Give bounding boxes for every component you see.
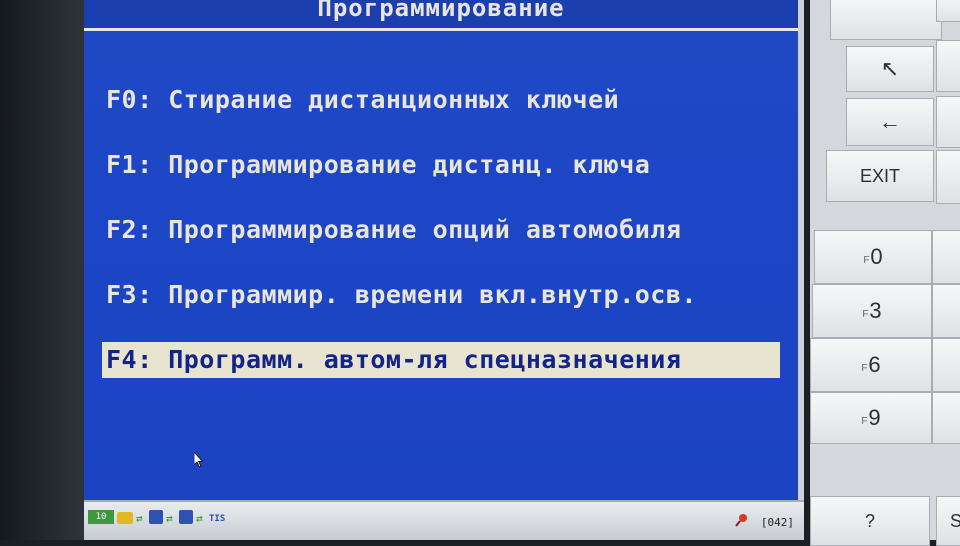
f0-button[interactable]: F0 xyxy=(814,230,932,284)
arrow-up-left-icon: ↖ xyxy=(880,56,900,81)
vehicle-icon xyxy=(117,512,133,524)
menu-item-f3[interactable]: F3: Программир. времени вкл.внутр.осв. xyxy=(102,277,792,313)
keypad-side-3[interactable] xyxy=(936,150,960,204)
signal-strength-icon: 10 xyxy=(88,510,114,524)
help-button[interactable]: ? xyxy=(810,496,930,546)
menu-item-f2[interactable]: F2: Программирование опций автомобиля xyxy=(102,212,792,248)
exit-button[interactable]: EXIT xyxy=(826,150,934,202)
device-icon xyxy=(149,510,163,524)
f6-button[interactable]: F6 xyxy=(810,338,932,392)
keypad-side-7[interactable] xyxy=(932,392,960,444)
menu-item-f1[interactable]: F1: Программирование дистанц. ключа xyxy=(102,147,792,183)
function-keypad: ↖ ← EXIT F0 F3 F6 F9 ? S xyxy=(810,0,960,546)
menu-item-f0[interactable]: F0: Стирание дистанционных ключей xyxy=(102,82,792,118)
keypad-side-4[interactable] xyxy=(932,230,960,284)
tis-label: TIS xyxy=(209,514,226,524)
keypad-blank-top[interactable] xyxy=(830,0,942,40)
arrow-left-button[interactable]: ← xyxy=(846,98,934,146)
keypad-side-top[interactable] xyxy=(936,0,960,22)
interface-icon xyxy=(179,510,193,524)
arrow-up-left-button[interactable]: ↖ xyxy=(846,46,934,92)
arrow-link-icon: ⇄ xyxy=(196,512,203,525)
title-band: Программирование xyxy=(84,0,798,31)
arrow-right-icon: ⇄ xyxy=(136,512,143,525)
f3-button[interactable]: F3 xyxy=(812,284,932,338)
f9-button[interactable]: F9 xyxy=(810,392,932,444)
arrow-left-icon: ← xyxy=(879,109,901,134)
arrow-exchange-icon: ⇄ xyxy=(166,512,173,525)
diagnostic-screen: Программирование F0: Стирание дистанцион… xyxy=(84,0,804,500)
keypad-side-2[interactable] xyxy=(936,96,960,148)
keypad-side-5[interactable] xyxy=(932,284,960,338)
status-icons: 10 ⇄ ⇄ ⇄ TIS xyxy=(88,504,225,524)
pushpin-icon[interactable] xyxy=(734,512,750,528)
s-button[interactable]: S xyxy=(936,496,960,546)
mouse-cursor-icon xyxy=(194,452,204,468)
monitor-bezel xyxy=(0,0,84,540)
status-bar: 10 ⇄ ⇄ ⇄ TIS [042] xyxy=(84,500,804,540)
keypad-side-1[interactable] xyxy=(936,40,960,92)
page-title: Программирование xyxy=(317,0,565,22)
menu-item-f4[interactable]: F4: Программ. автом-ля спецназначения xyxy=(102,342,780,378)
keypad-side-6[interactable] xyxy=(932,338,960,392)
programming-menu: F0: Стирание дистанционных ключей F1: Пр… xyxy=(102,82,792,407)
status-code: [042] xyxy=(760,516,794,529)
